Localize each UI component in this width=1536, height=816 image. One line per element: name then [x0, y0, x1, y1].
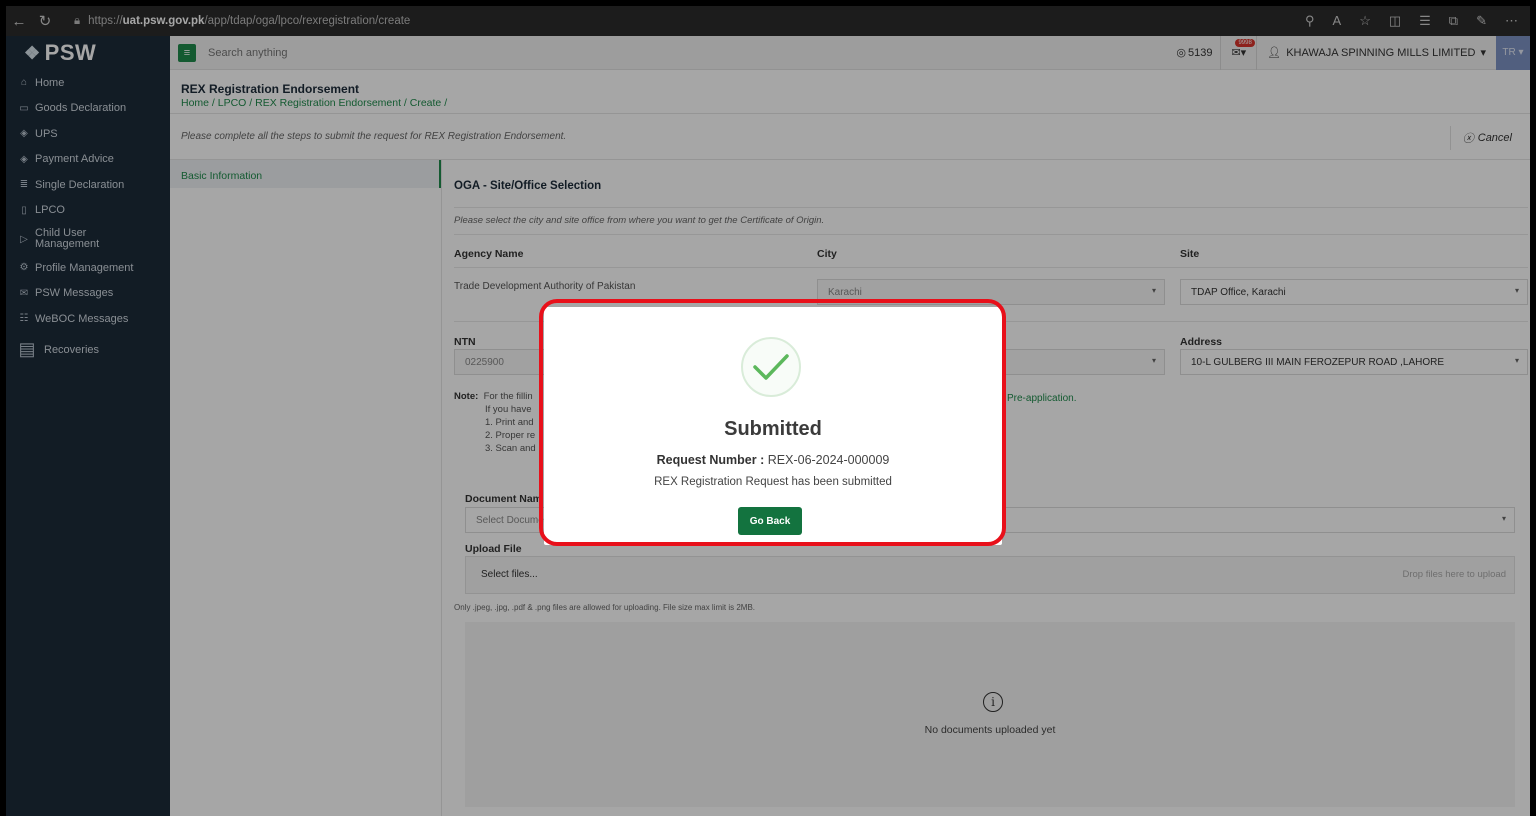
highlight-frame: [539, 299, 1006, 546]
app-frame: ← ↻ 🔒︎ https://uat.psw.gov.pk/app/tdap/o…: [6, 6, 1530, 816]
